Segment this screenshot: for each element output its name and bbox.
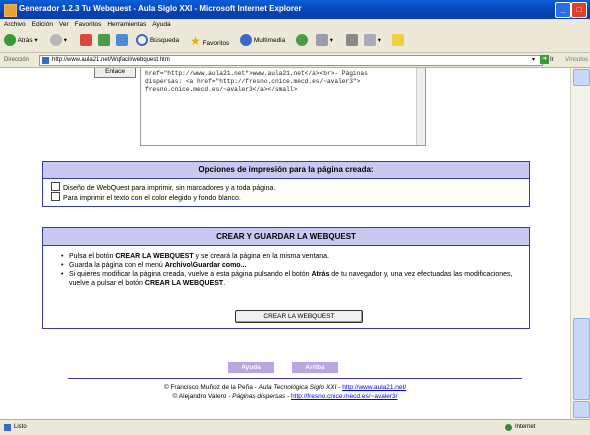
address-url: http://www.aula21.net/Wqfacil/webquest.h… <box>52 57 170 63</box>
go-label[interactable]: Ir <box>550 53 554 67</box>
menu-favoritos[interactable]: Favoritos <box>75 19 102 30</box>
list-item: Pulsa el botón CREAR LA WEBQUEST y se cr… <box>61 252 529 261</box>
menu-ayuda[interactable]: Ayuda <box>152 19 170 30</box>
mail-button[interactable]: ▾ <box>316 34 333 48</box>
page-content: Enlace href="http://www.aula21.net">www.… <box>0 68 570 419</box>
print-options-heading: Opciones de impresión para la página cre… <box>43 162 529 179</box>
address-dropdown-icon[interactable]: ▾ <box>532 55 535 65</box>
favorites-button[interactable]: ★ Favoritos <box>190 34 229 48</box>
html-code-textarea[interactable]: href="http://www.aula21.net">www.aula21.… <box>140 68 426 146</box>
menu-edicion[interactable]: Edición <box>32 19 53 30</box>
print-option-2-label: Para imprimir el texto con el color eleg… <box>63 195 241 202</box>
create-webquest-panel: CREAR Y GUARDAR LA WEBQUEST Pulsa el bot… <box>42 227 530 329</box>
refresh-icon <box>98 34 110 47</box>
folder-button[interactable] <box>392 34 404 48</box>
home-button[interactable] <box>116 34 128 48</box>
textarea-scrollbar[interactable] <box>416 68 425 145</box>
create-webquest-button[interactable]: CREAR LA WEBQUEST <box>235 310 363 323</box>
zone-text: Internet <box>515 424 536 430</box>
code-line: fresno.cnice.mecd.es/~avaler3</a></small… <box>145 86 298 93</box>
search-icon <box>136 34 148 47</box>
forward-arrow-icon <box>50 34 62 47</box>
status-text: Listo <box>14 424 27 430</box>
history-button[interactable] <box>296 34 308 48</box>
favorites-label: Favoritos <box>202 40 230 47</box>
stop-icon <box>80 34 92 47</box>
scroll-thumb[interactable] <box>573 318 590 400</box>
footer-divider <box>68 378 522 379</box>
print-option-2-checkbox[interactable] <box>51 192 60 201</box>
menu-archivo[interactable]: Archivo <box>4 19 26 30</box>
address-label: Dirección <box>4 57 30 63</box>
code-line: href="http://www.aula21.net">www.aula21.… <box>145 70 368 77</box>
top-button[interactable]: Arriba <box>292 362 338 373</box>
footer-credit-2: © Alejandro Valero - Páginas dispersas -… <box>172 393 398 400</box>
internet-globe-icon <box>505 424 512 431</box>
address-bar: Dirección http://www.aula21.net/Wqfacil/… <box>0 53 590 68</box>
title-bar: Generador 1.2.3 Tu Webquest - Aula Siglo… <box>0 0 590 19</box>
fresno-link[interactable]: http://fresno.cnice.mecd.es/~avaler3/ <box>291 393 397 400</box>
list-item: Guarda la página con el menú Archivo\Gua… <box>61 261 529 270</box>
links-label[interactable]: Vínculos <box>565 53 588 67</box>
print-button[interactable] <box>346 34 358 48</box>
footer-credit-1: © Francisco Muñoz de la Peña - Aula Tecn… <box>163 384 407 391</box>
toolbar: Atrás ▾ ▾ Búsqueda ★ Favoritos Multimedi… <box>0 30 590 53</box>
window-title: Generador 1.2.3 Tu Webquest - Aula Siglo… <box>19 4 302 13</box>
status-bar: Listo Internet <box>0 419 590 435</box>
history-icon <box>296 34 308 47</box>
page-icon <box>42 57 49 64</box>
mail-icon <box>316 34 328 47</box>
home-icon <box>116 34 128 47</box>
back-arrow-icon <box>4 34 16 47</box>
multimedia-label: Multimedia <box>253 37 286 44</box>
address-input[interactable]: http://www.aula21.net/Wqfacil/webquest.h… <box>39 55 543 66</box>
multimedia-button[interactable]: Multimedia <box>240 34 285 48</box>
menu-ver[interactable]: Ver <box>59 19 69 30</box>
enlace-button[interactable]: Enlace <box>94 68 136 78</box>
page-status-icon <box>4 424 11 431</box>
print-options-panel: Opciones de impresión para la página cre… <box>42 161 530 207</box>
scroll-up-icon[interactable] <box>573 69 590 86</box>
print-option-1-label: Diseño de WebQuest para imprimir, sin ma… <box>63 185 276 192</box>
scroll-down-icon[interactable] <box>573 401 590 418</box>
forward-button[interactable]: ▾ <box>50 34 67 48</box>
aula21-link[interactable]: http://www.aula21.net/ <box>342 384 406 391</box>
print-option-2[interactable]: Para imprimir el texto con el color eleg… <box>51 192 241 203</box>
multimedia-icon <box>240 34 252 47</box>
go-icon[interactable]: ➜ <box>540 55 549 64</box>
instructions-list: Pulsa el botón CREAR LA WEBQUEST y se cr… <box>51 252 529 288</box>
refresh-button[interactable] <box>98 34 110 48</box>
page-scrollbar[interactable] <box>570 68 590 419</box>
print-icon <box>346 34 358 47</box>
create-heading: CREAR Y GUARDAR LA WEBQUEST <box>43 228 529 246</box>
code-line: dispersas: <a href="http://fresno.cnice.… <box>145 78 361 85</box>
menu-bar: Archivo Edición Ver Favoritos Herramient… <box>0 19 590 30</box>
folder-icon <box>392 34 404 47</box>
back-label: Atrás <box>17 37 33 44</box>
stop-button[interactable] <box>80 34 92 48</box>
menu-herramientas[interactable]: Herramientas <box>107 19 146 30</box>
list-item: Si quieres modificar la página creada, v… <box>61 270 529 288</box>
edit-button[interactable]: ▾ <box>364 34 381 48</box>
maximize-button[interactable]: □ <box>571 2 587 18</box>
edit-icon <box>364 34 376 47</box>
print-option-1-checkbox[interactable] <box>51 182 60 191</box>
minimize-button[interactable]: _ <box>555 2 571 18</box>
help-button[interactable]: Ayuda <box>228 362 274 373</box>
ie-window-icon <box>4 4 17 17</box>
search-label: Búsqueda <box>149 37 180 44</box>
search-button[interactable]: Búsqueda <box>136 34 179 48</box>
back-button[interactable]: Atrás ▾ <box>4 34 38 48</box>
star-icon: ★ <box>190 34 201 48</box>
